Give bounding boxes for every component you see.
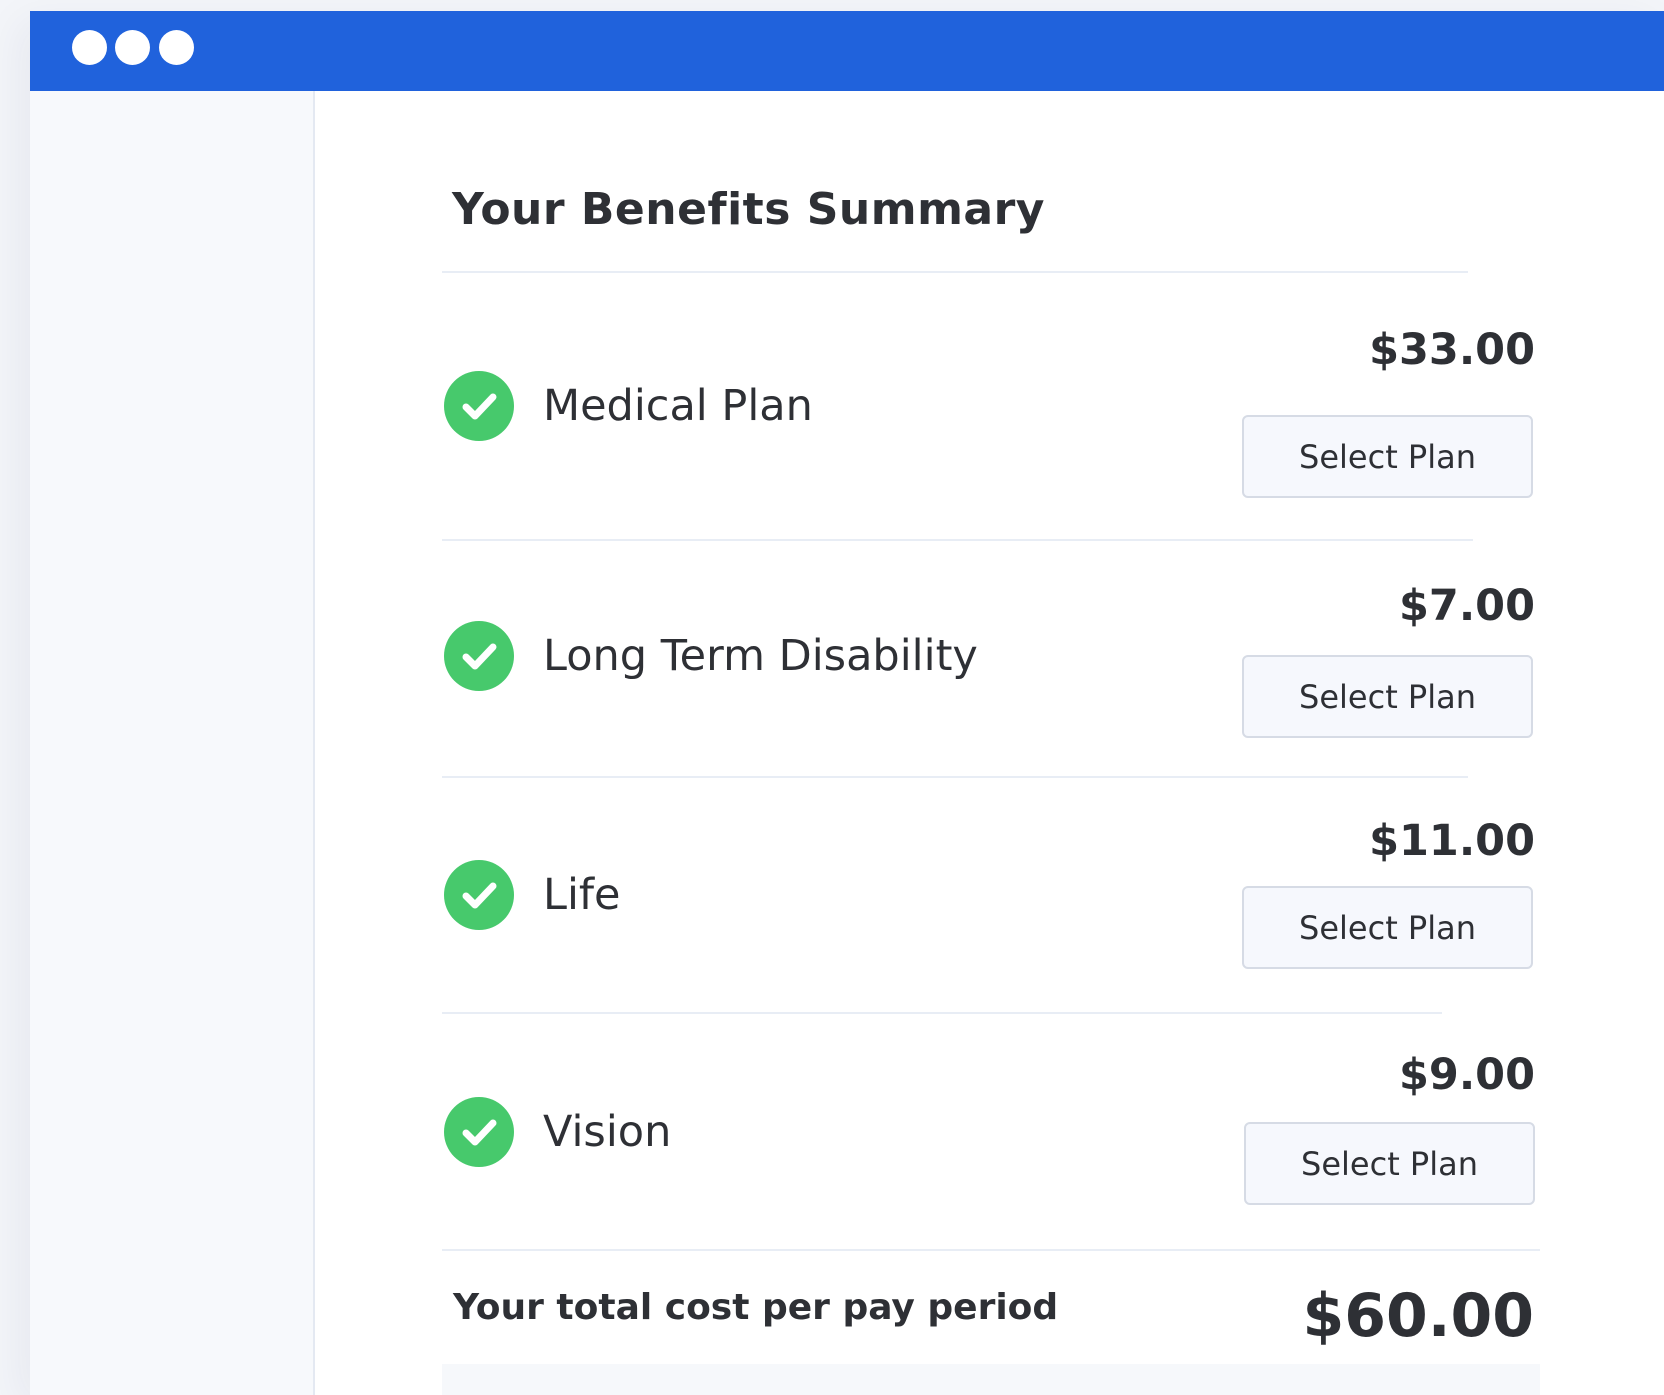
divider: [442, 776, 1468, 778]
select-plan-button-medical[interactable]: Select Plan: [1242, 415, 1533, 498]
divider: [442, 1249, 1540, 1251]
footer-strip: [442, 1364, 1540, 1395]
benefit-name-vision: Vision: [543, 1107, 672, 1157]
benefit-name-medical: Medical Plan: [543, 381, 813, 431]
check-circle-icon: [444, 860, 514, 930]
divider: [442, 1012, 1442, 1014]
window-titlebar: [30, 11, 1664, 91]
benefit-name-disability: Long Term Disability: [543, 631, 978, 681]
divider: [442, 539, 1473, 541]
select-plan-button-vision[interactable]: Select Plan: [1244, 1122, 1535, 1205]
total-cost-label: Your total cost per pay period: [453, 1287, 1059, 1328]
select-plan-button-life[interactable]: Select Plan: [1242, 886, 1533, 969]
benefit-name-life: Life: [543, 870, 621, 920]
divider: [442, 271, 1468, 273]
total-cost-value: $60.00: [1302, 1281, 1534, 1351]
benefit-price-medical: $33.00: [1369, 325, 1535, 375]
select-plan-button-disability[interactable]: Select Plan: [1242, 655, 1533, 738]
check-circle-icon: [444, 621, 514, 691]
benefit-price-disability: $7.00: [1398, 581, 1535, 631]
window-dot-icon[interactable]: [159, 30, 194, 65]
benefit-price-vision: $9.00: [1398, 1050, 1535, 1100]
check-circle-icon: [444, 1097, 514, 1167]
window-dot-icon[interactable]: [72, 30, 107, 65]
sidebar: [30, 91, 315, 1395]
benefit-price-life: $11.00: [1369, 816, 1535, 866]
window-dot-icon[interactable]: [115, 30, 150, 65]
page-title: Your Benefits Summary: [452, 184, 1045, 235]
check-circle-icon: [444, 371, 514, 441]
